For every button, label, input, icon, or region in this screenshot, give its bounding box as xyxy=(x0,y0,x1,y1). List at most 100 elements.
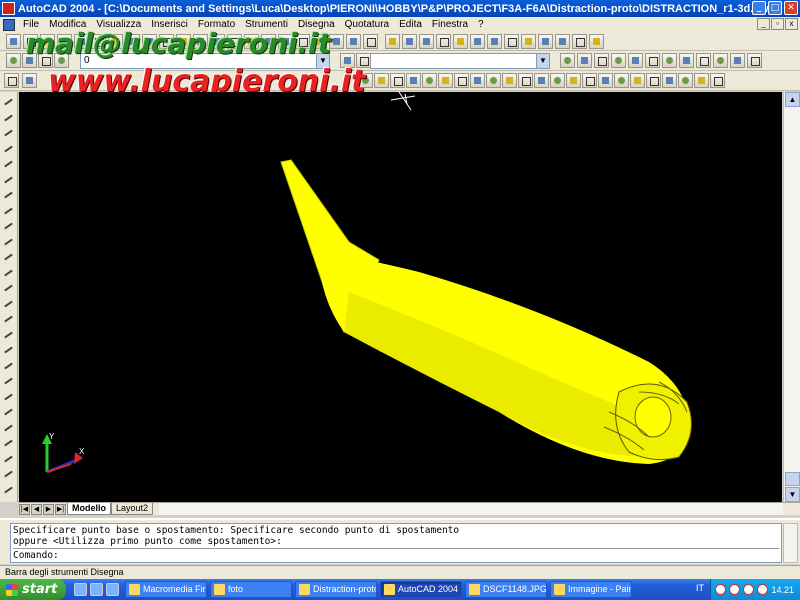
modify-tool-button[interactable] xyxy=(2,267,15,280)
toolbar-button[interactable] xyxy=(453,34,468,49)
toolbar-button[interactable] xyxy=(662,53,677,68)
toolbar-button[interactable] xyxy=(645,53,660,68)
modify-tool-button[interactable] xyxy=(2,236,15,249)
modify-tool-button[interactable] xyxy=(2,143,15,156)
toolbar-button[interactable] xyxy=(611,53,626,68)
toolbar-button[interactable] xyxy=(329,34,344,49)
command-scrollbar[interactable] xyxy=(783,523,798,563)
toolbar-button[interactable] xyxy=(594,53,609,68)
taskbar-task-button[interactable]: DSCF1148.JPG... xyxy=(465,581,547,598)
modify-tool-button[interactable] xyxy=(2,422,15,435)
tray-icon[interactable] xyxy=(715,584,726,595)
modify-tool-button[interactable] xyxy=(2,112,15,125)
toolbar-button[interactable] xyxy=(555,34,570,49)
modify-tool-button[interactable] xyxy=(2,313,15,326)
modify-tool-button[interactable] xyxy=(2,391,15,404)
menu-item[interactable]: Quotatura xyxy=(340,19,394,30)
menu-item[interactable]: Edita xyxy=(394,19,427,30)
window-title-bar[interactable]: AutoCAD 2004 - [C:\Documents and Setting… xyxy=(0,0,800,17)
tab-nav-button[interactable]: ▶| xyxy=(55,503,66,515)
scroll-up-button[interactable]: ▲ xyxy=(785,92,800,107)
toolbar-button[interactable] xyxy=(614,73,629,88)
toolbar-button[interactable] xyxy=(577,53,592,68)
modify-tool-button[interactable] xyxy=(2,375,15,388)
toolbar-button[interactable] xyxy=(385,34,400,49)
command-prompt[interactable]: Comando: xyxy=(13,550,779,561)
taskbar-task-button[interactable]: Immagine - Paint xyxy=(550,581,632,598)
toolbar-button[interactable] xyxy=(419,34,434,49)
language-indicator[interactable]: IT xyxy=(696,583,704,593)
taskbar-task-button[interactable]: Macromedia Fir... xyxy=(125,581,207,598)
toolbar-button[interactable] xyxy=(454,73,469,88)
start-button[interactable]: start xyxy=(0,579,66,600)
toolbar-button[interactable] xyxy=(6,53,21,68)
toolbar-button[interactable] xyxy=(538,34,553,49)
toolbar-button[interactable] xyxy=(518,73,533,88)
toolbar-button[interactable] xyxy=(363,34,378,49)
scroll-thumb[interactable] xyxy=(785,472,800,486)
toolbar-button[interactable] xyxy=(6,34,21,49)
toolbar-button[interactable] xyxy=(678,73,693,88)
close-button[interactable]: ✕ xyxy=(784,1,798,15)
chevron-down-icon[interactable]: ▼ xyxy=(536,54,549,68)
drawing-viewport[interactable]: Y X xyxy=(19,92,782,502)
toolbar-button[interactable] xyxy=(406,73,421,88)
toolbar-button[interactable] xyxy=(679,53,694,68)
toolbar-button[interactable] xyxy=(438,73,453,88)
doc-restore-button[interactable]: ▫ xyxy=(771,18,784,30)
modify-tool-button[interactable] xyxy=(2,96,15,109)
toolbar-button[interactable] xyxy=(582,73,597,88)
toolbar-button[interactable] xyxy=(470,73,485,88)
modify-tool-button[interactable] xyxy=(2,251,15,264)
modify-tool-button[interactable] xyxy=(2,484,15,497)
toolbar-button[interactable] xyxy=(550,73,565,88)
toolbar-button[interactable] xyxy=(662,73,677,88)
toolbar-button[interactable] xyxy=(374,73,389,88)
toolbar-button[interactable] xyxy=(598,73,613,88)
modify-tool-button[interactable] xyxy=(2,158,15,171)
toolbar-button[interactable] xyxy=(713,53,728,68)
toolbar-button[interactable] xyxy=(422,73,437,88)
modify-tool-button[interactable] xyxy=(2,220,15,233)
taskbar-task-button[interactable]: Distraction-proto xyxy=(295,581,377,598)
modify-tool-button[interactable] xyxy=(2,298,15,311)
taskbar-task-button[interactable]: foto xyxy=(210,581,292,598)
toolbar-button[interactable] xyxy=(589,34,604,49)
toolbar-button[interactable] xyxy=(694,73,709,88)
desktop-icon[interactable] xyxy=(90,583,103,596)
clock[interactable]: 14.21 xyxy=(771,585,794,595)
airplane-model[interactable] xyxy=(280,159,692,464)
modify-tool-button[interactable] xyxy=(2,406,15,419)
menu-item[interactable]: ? xyxy=(473,19,489,30)
doc-minimize-button[interactable]: _ xyxy=(757,18,770,30)
modify-tool-button[interactable] xyxy=(2,360,15,373)
tray-icon[interactable] xyxy=(757,584,768,595)
doc-close-button[interactable]: x xyxy=(785,18,798,30)
toolbar-button[interactable] xyxy=(504,34,519,49)
taskbar-task-button[interactable]: AutoCAD 2004 ... xyxy=(380,581,462,598)
modify-tool-button[interactable] xyxy=(2,174,15,187)
tray-icon[interactable] xyxy=(743,584,754,595)
toolbar-button[interactable] xyxy=(4,73,19,88)
menu-item[interactable]: Finestra xyxy=(427,19,473,30)
modify-tool-button[interactable] xyxy=(2,282,15,295)
minimize-button[interactable]: _ xyxy=(752,1,766,15)
toolbar-button[interactable] xyxy=(487,34,502,49)
modify-tool-button[interactable] xyxy=(2,344,15,357)
modify-tool-button[interactable] xyxy=(2,189,15,202)
toolbar-button[interactable] xyxy=(747,53,762,68)
horizontal-scrollbar[interactable] xyxy=(159,503,783,515)
modify-tool-button[interactable] xyxy=(2,127,15,140)
modify-tool-button[interactable] xyxy=(2,205,15,218)
toolbar-button[interactable] xyxy=(646,73,661,88)
tab-nav-button[interactable]: ▶ xyxy=(43,503,54,515)
modify-tool-button[interactable] xyxy=(2,468,15,481)
toolbar-button[interactable] xyxy=(436,34,451,49)
toolbar-button[interactable] xyxy=(22,73,37,88)
toolbar-button[interactable] xyxy=(402,34,417,49)
toolbar-button[interactable] xyxy=(390,73,405,88)
toolbar-button[interactable] xyxy=(560,53,575,68)
toolbar-button[interactable] xyxy=(486,73,501,88)
toolbar-button[interactable] xyxy=(470,34,485,49)
vertical-scrollbar[interactable]: ▲ ▼ xyxy=(783,92,800,502)
